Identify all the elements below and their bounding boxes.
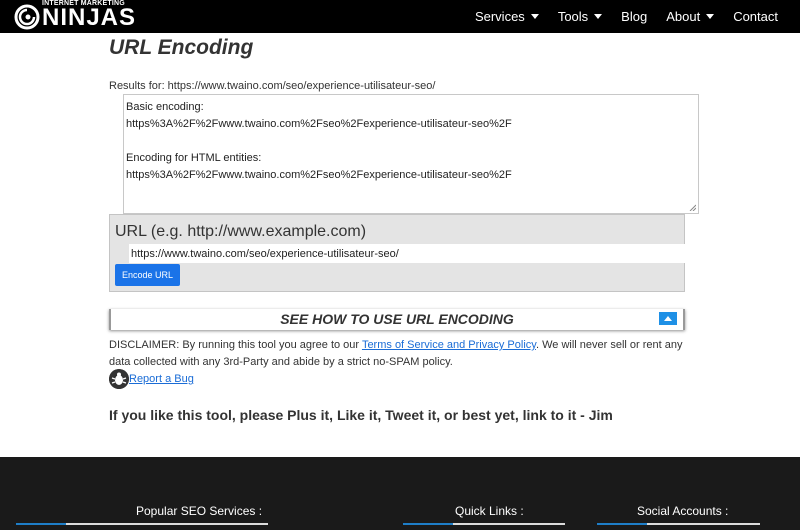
terms-link[interactable]: Terms of Service and Privacy Policy (362, 339, 536, 351)
top-nav: INTERNET MARKETING NINJAS Services Tools… (0, 0, 800, 33)
nav-item-tools[interactable]: Tools (557, 9, 603, 24)
caret-down-icon (594, 14, 603, 19)
ninja-logo-icon (14, 4, 40, 30)
chevron-up-icon (664, 316, 672, 321)
howto-title: SEE HOW TO USE URL ENCODING (280, 311, 514, 327)
collapse-button[interactable] (659, 312, 677, 325)
footer-social-heading: Social Accounts : (637, 504, 729, 518)
nav-item-about[interactable]: About (666, 9, 715, 24)
nav-item-label: Blog (621, 9, 648, 24)
nav-item-label: Contact (733, 9, 778, 24)
url-form: URL (e.g. http://www.example.com) Encode… (109, 214, 692, 292)
basic-encoding-value: https%3A%2F%2Fwww.twaino.com%2Fseo%2Fexp… (126, 118, 512, 130)
nav-item-blog[interactable]: Blog (621, 9, 647, 24)
nav-item-services[interactable]: Services (475, 9, 539, 24)
footer-divider-accent (16, 523, 66, 525)
page-title: URL Encoding (109, 36, 254, 59)
url-input[interactable] (129, 244, 692, 263)
brand-logo[interactable]: INTERNET MARKETING NINJAS (14, 0, 135, 33)
brand-big-text: NINJAS (42, 4, 137, 31)
footer: Popular SEO Services : Quick Links : Soc… (0, 457, 800, 530)
bug-icon (109, 369, 129, 389)
encode-url-button[interactable]: Encode URL (115, 264, 180, 286)
results-label: Results for: https://www.twaino.com/seo/… (109, 80, 436, 92)
nav-item-contact[interactable]: Contact (733, 9, 778, 24)
url-label: URL (e.g. http://www.example.com) (115, 223, 367, 240)
howto-toggle-bar[interactable]: SEE HOW TO USE URL ENCODING (109, 309, 685, 330)
html-encoding-label: Encoding for HTML entities: (126, 152, 262, 164)
html-encoding-value: https%3A%2F%2Fwww.twaino.com%2Fseo%2Fexp… (126, 169, 512, 181)
nav-menu: Services Tools Blog About Contact (456, 0, 778, 33)
disclaimer: DISCLAIMER: By running this tool you agr… (109, 337, 694, 371)
report-bug-row: Report a Bug (109, 369, 194, 389)
share-message: If you like this tool, please Plus it, L… (109, 407, 613, 423)
basic-encoding-label: Basic encoding: (126, 101, 204, 113)
caret-down-icon (530, 14, 539, 19)
footer-divider-accent (403, 523, 453, 525)
caret-down-icon (706, 14, 715, 19)
nav-item-label: Services (474, 9, 525, 24)
nav-item-label: About (666, 9, 701, 24)
report-bug-link[interactable]: Report a Bug (129, 373, 194, 385)
results-textarea[interactable]: Basic encoding: https%3A%2F%2Fwww.twaino… (123, 94, 699, 214)
footer-quick-heading: Quick Links : (455, 504, 524, 518)
nav-item-label: Tools (557, 9, 589, 24)
resize-grip-icon[interactable] (689, 204, 696, 211)
footer-popular-heading: Popular SEO Services : (136, 504, 263, 518)
disclaimer-prefix: DISCLAIMER: By running this tool you agr… (109, 339, 362, 351)
footer-divider-accent (597, 523, 647, 525)
